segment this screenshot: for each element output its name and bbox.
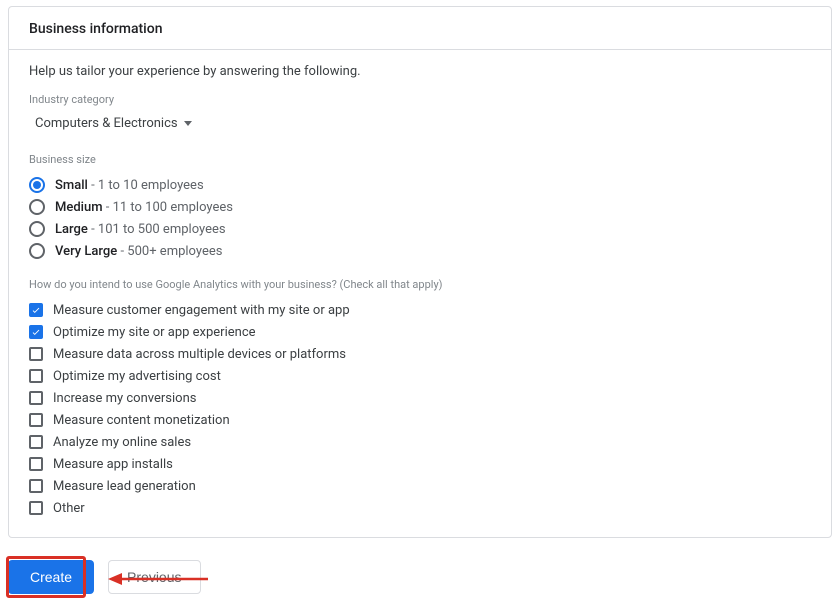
button-row: Create Previous: [0, 538, 840, 610]
industry-category-value: Computers & Electronics: [35, 116, 178, 131]
checkbox-checked-icon: [29, 325, 43, 339]
checkbox-icon: [29, 347, 43, 361]
business-size-radio-group: Small - 1 to 10 employees Medium - 11 to …: [29, 174, 811, 262]
business-information-card: Business information Help us tailor your…: [8, 6, 832, 538]
card-body: Help us tailor your experience by answer…: [9, 50, 831, 537]
business-size-option[interactable]: Very Large - 500+ employees: [29, 240, 811, 262]
checkbox-checked-icon: [29, 303, 43, 317]
usage-option[interactable]: Measure content monetization: [29, 409, 811, 431]
usage-option[interactable]: Increase my conversions: [29, 387, 811, 409]
radio-label: Small - 1 to 10 employees: [55, 178, 204, 193]
checkbox-label: Measure content monetization: [53, 413, 230, 428]
industry-category-dropdown[interactable]: Computers & Electronics: [29, 112, 192, 149]
usage-option[interactable]: Measure lead generation: [29, 475, 811, 497]
checkbox-label: Analyze my online sales: [53, 435, 191, 450]
card-title: Business information: [29, 21, 811, 37]
radio-label: Medium - 11 to 100 employees: [55, 200, 233, 215]
business-size-option[interactable]: Large - 101 to 500 employees: [29, 218, 811, 240]
usage-option[interactable]: Analyze my online sales: [29, 431, 811, 453]
business-size-option[interactable]: Medium - 11 to 100 employees: [29, 196, 811, 218]
business-size-option[interactable]: Small - 1 to 10 employees: [29, 174, 811, 196]
usage-checkbox-group: Measure customer engagement with my site…: [29, 299, 811, 519]
checkbox-icon: [29, 479, 43, 493]
checkbox-icon: [29, 457, 43, 471]
checkbox-icon: [29, 435, 43, 449]
chevron-down-icon: [184, 121, 192, 126]
usage-option[interactable]: Other: [29, 497, 811, 519]
help-text: Help us tailor your experience by answer…: [29, 64, 811, 79]
checkbox-label: Measure lead generation: [53, 479, 196, 494]
create-button[interactable]: Create: [8, 560, 94, 594]
usage-option[interactable]: Measure data across multiple devices or …: [29, 343, 811, 365]
previous-button[interactable]: Previous: [108, 560, 200, 594]
checkbox-icon: [29, 413, 43, 427]
industry-category-label: Industry category: [29, 93, 811, 106]
radio-label: Large - 101 to 500 employees: [55, 222, 226, 237]
radio-icon: [29, 243, 45, 259]
checkbox-label: Optimize my advertising cost: [53, 369, 221, 384]
checkbox-icon: [29, 391, 43, 405]
radio-icon: [29, 221, 45, 237]
checkbox-label: Measure app installs: [53, 457, 173, 472]
radio-label: Very Large - 500+ employees: [55, 244, 222, 259]
business-size-label: Business size: [29, 153, 811, 166]
usage-option[interactable]: Optimize my site or app experience: [29, 321, 811, 343]
checkbox-icon: [29, 369, 43, 383]
card-header: Business information: [9, 7, 831, 50]
checkbox-label: Other: [53, 501, 85, 516]
checkbox-label: Optimize my site or app experience: [53, 325, 256, 340]
usage-option[interactable]: Measure app installs: [29, 453, 811, 475]
radio-icon: [29, 199, 45, 215]
usage-label: How do you intend to use Google Analytic…: [29, 278, 811, 291]
radio-icon: [29, 177, 45, 193]
usage-option[interactable]: Measure customer engagement with my site…: [29, 299, 811, 321]
checkbox-label: Increase my conversions: [53, 391, 196, 406]
checkbox-label: Measure customer engagement with my site…: [53, 303, 350, 318]
usage-option[interactable]: Optimize my advertising cost: [29, 365, 811, 387]
checkbox-icon: [29, 501, 43, 515]
checkbox-label: Measure data across multiple devices or …: [53, 347, 346, 362]
